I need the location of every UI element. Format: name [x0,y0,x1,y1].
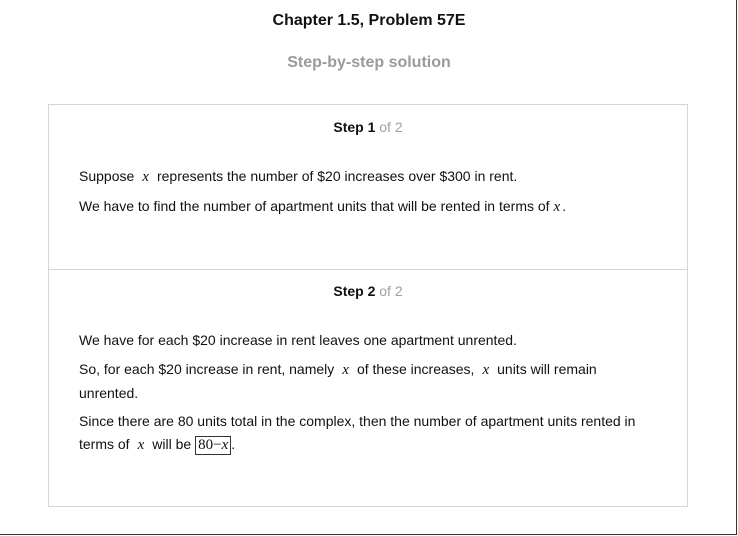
text-segment: represents the number of $20 increases o… [156,168,518,184]
step-2-paragraph-1: We have for each $20 increase in rent le… [79,332,517,348]
text-segment: So, for each $20 increase in rent, namel… [79,361,335,377]
boxed-answer: 80−x [195,436,232,455]
step-2-paragraph-2: So, for each $20 increase in rent, namel… [79,358,659,405]
text-segment: of these increases, [356,361,475,377]
answer-variable: x [221,437,229,453]
chapter-title: Chapter 1.5, Problem 57E [272,12,466,29]
step-1-count: of 2 [379,119,403,135]
variable-x: x [482,362,490,378]
step-1-header: Step 1 of 2 [49,119,687,135]
step-2-header: Step 2 of 2 [49,283,687,299]
variable-x: x [137,437,145,453]
steps-container: Step 1 of 2 Suppose x represents the numbe… [48,104,688,507]
text-segment: Suppose [79,168,135,184]
step-1-paragraph-1: Suppose x represents the number of $20 inc… [79,165,659,189]
step-2-label: Step 2 [333,283,376,299]
step-2-panel: Step 2 of 2 We have for each $20 increas… [49,269,687,506]
text-segment: will be [152,436,192,452]
text-segment: . [231,436,236,452]
variable-x: x [553,199,561,215]
variable-x: x [142,169,149,185]
answer-number: 80 [198,437,214,453]
solution-subtitle: Step-by-step solution [287,54,451,71]
step-2-count: of 2 [379,283,403,299]
text-segment: . [562,198,567,214]
step-1-panel: Step 1 of 2 Suppose x represents the numbe… [49,105,687,270]
step-2-paragraph-3: Since there are 80 units total in the co… [79,410,659,457]
step-1-paragraph-2: We have to find the number of apartment … [79,195,659,219]
text-segment: We have to find the number of apartment … [79,198,550,214]
variable-x: x [342,362,349,378]
step-1-label: Step 1 [333,119,376,135]
answer-operator: − [213,437,222,453]
